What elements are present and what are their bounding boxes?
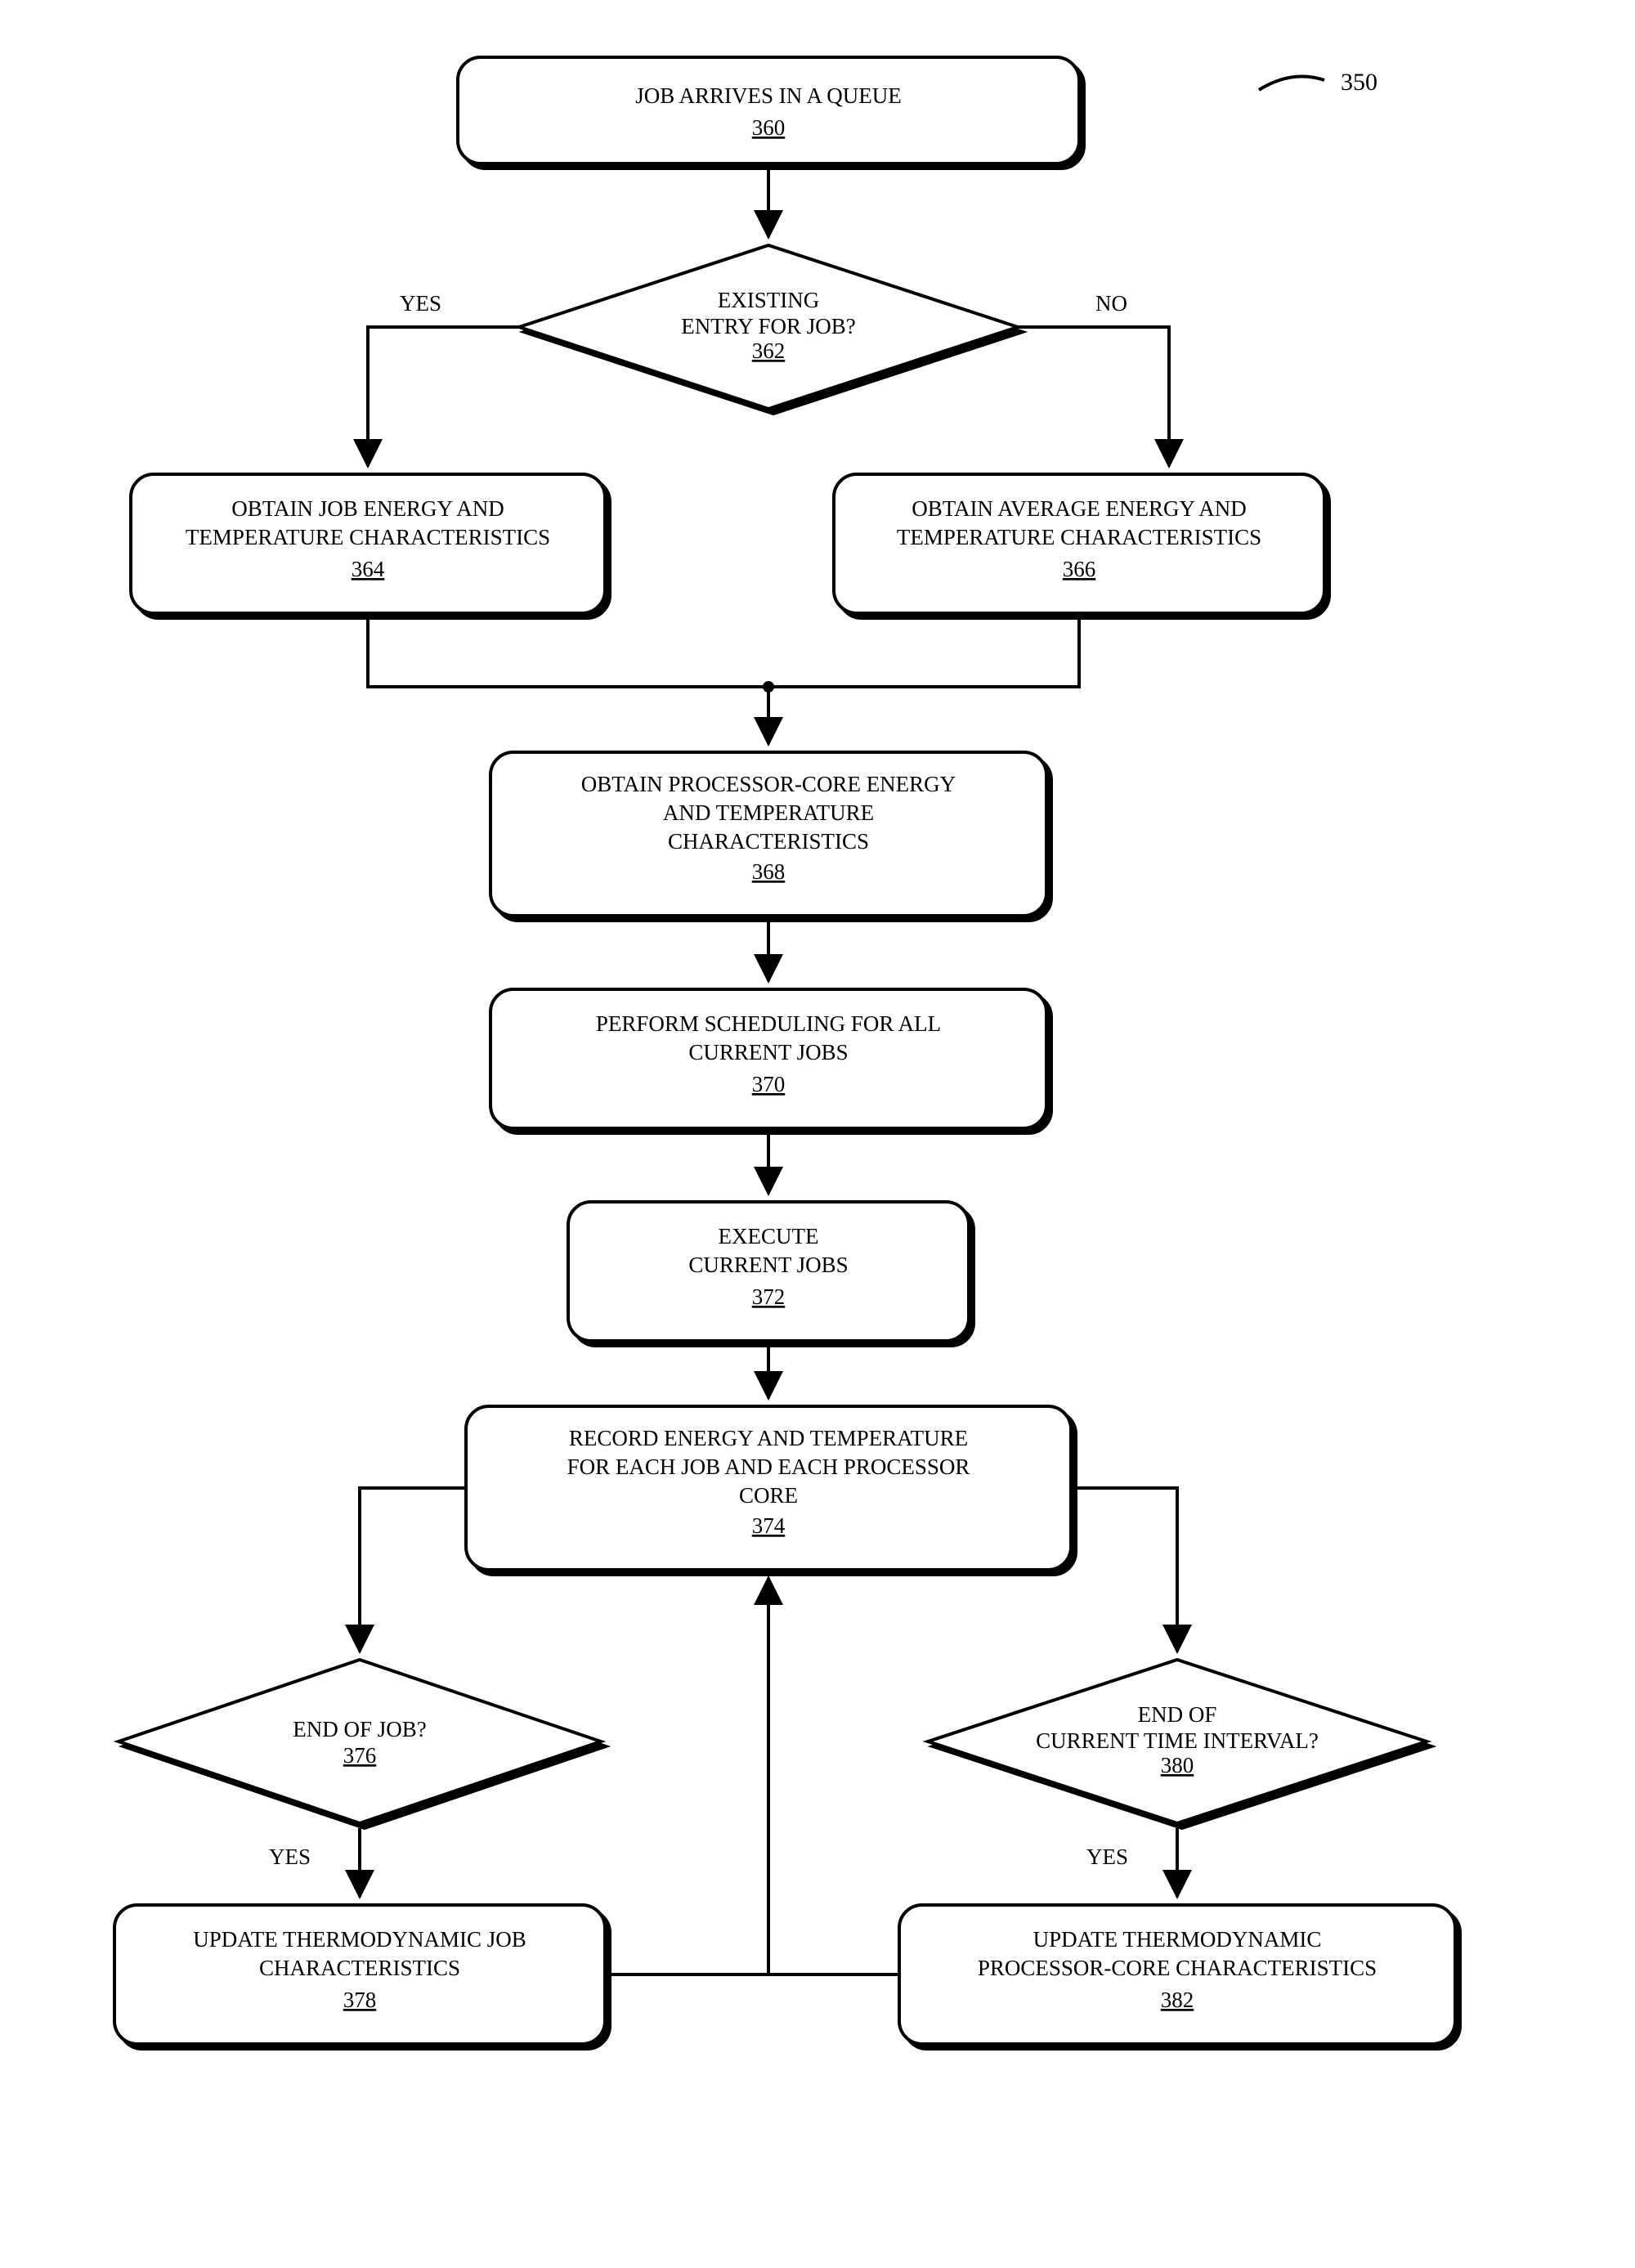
node-382-line2: PROCESSOR-CORE CHARACTERISTICS [978,1956,1377,1980]
node-360 [458,57,1079,164]
edge-364-merge [368,618,768,687]
node-378-line2: CHARACTERISTICS [259,1956,460,1980]
node-360-ref: 360 [752,115,786,140]
node-378-line1: UPDATE THERMODYNAMIC JOB [193,1927,526,1952]
edge-label-yes-380: YES [1086,1844,1128,1869]
node-364-line1: OBTAIN JOB ENERGY AND [231,496,504,521]
edge-362-366 [1018,327,1169,466]
flowchart-canvas: 350 JOB ARRIVES IN A QUEUE 360 EXISTING … [0,0,1635,2268]
node-368-ref: 368 [752,859,786,884]
edge-label-yes-376: YES [269,1844,311,1869]
node-370-ref: 370 [752,1072,786,1096]
node-370-line1: PERFORM SCHEDULING FOR ALL [596,1011,941,1036]
node-364-line2: TEMPERATURE CHARACTERISTICS [186,525,550,549]
edge-374-376 [360,1488,466,1652]
node-366-line1: OBTAIN AVERAGE ENERGY AND [912,496,1247,521]
node-382-line1: UPDATE THERMODYNAMIC [1033,1927,1322,1952]
node-378-ref: 378 [343,1988,377,2012]
node-374-ref: 374 [752,1513,786,1538]
node-372-ref: 372 [752,1284,786,1309]
edge-378-374 [605,1578,768,1974]
figure-reference: 350 [1259,69,1377,96]
edge-label-no-362: NO [1095,291,1127,316]
edge-label-yes-362: YES [400,291,441,316]
node-362-ref: 362 [752,338,786,363]
node-372-line1: EXECUTE [719,1224,819,1248]
node-368-line1: OBTAIN PROCESSOR-CORE ENERGY [581,772,956,796]
node-362-line2: ENTRY FOR JOB? [681,314,856,338]
node-376-line1: END OF JOB? [293,1717,427,1741]
node-370-line2: CURRENT JOBS [688,1040,848,1065]
node-366-line2: TEMPERATURE CHARACTERISTICS [897,525,1261,549]
node-366-ref: 366 [1063,557,1096,581]
node-372-line2: CURRENT JOBS [688,1253,848,1277]
node-376-ref: 376 [343,1743,377,1768]
edge-366-merge [768,618,1079,687]
node-374-line2: FOR EACH JOB AND EACH PROCESSOR [567,1454,970,1479]
node-368-line2: AND TEMPERATURE [663,800,874,825]
node-360-line1: JOB ARRIVES IN A QUEUE [635,83,902,108]
node-380-line1: END OF [1138,1702,1217,1727]
node-362-line1: EXISTING [718,288,819,312]
node-380-ref: 380 [1161,1753,1194,1777]
edge-362-364 [368,327,519,466]
figure-ref-text: 350 [1341,69,1377,96]
node-374-line1: RECORD ENERGY AND TEMPERATURE [569,1426,968,1450]
edge-374-380 [1071,1488,1177,1652]
node-368-line3: CHARACTERISTICS [668,829,869,854]
node-374-line3: CORE [739,1483,798,1508]
node-380-line2: CURRENT TIME INTERVAL? [1036,1728,1319,1753]
node-382-ref: 382 [1161,1988,1194,2012]
node-364-ref: 364 [352,557,385,581]
